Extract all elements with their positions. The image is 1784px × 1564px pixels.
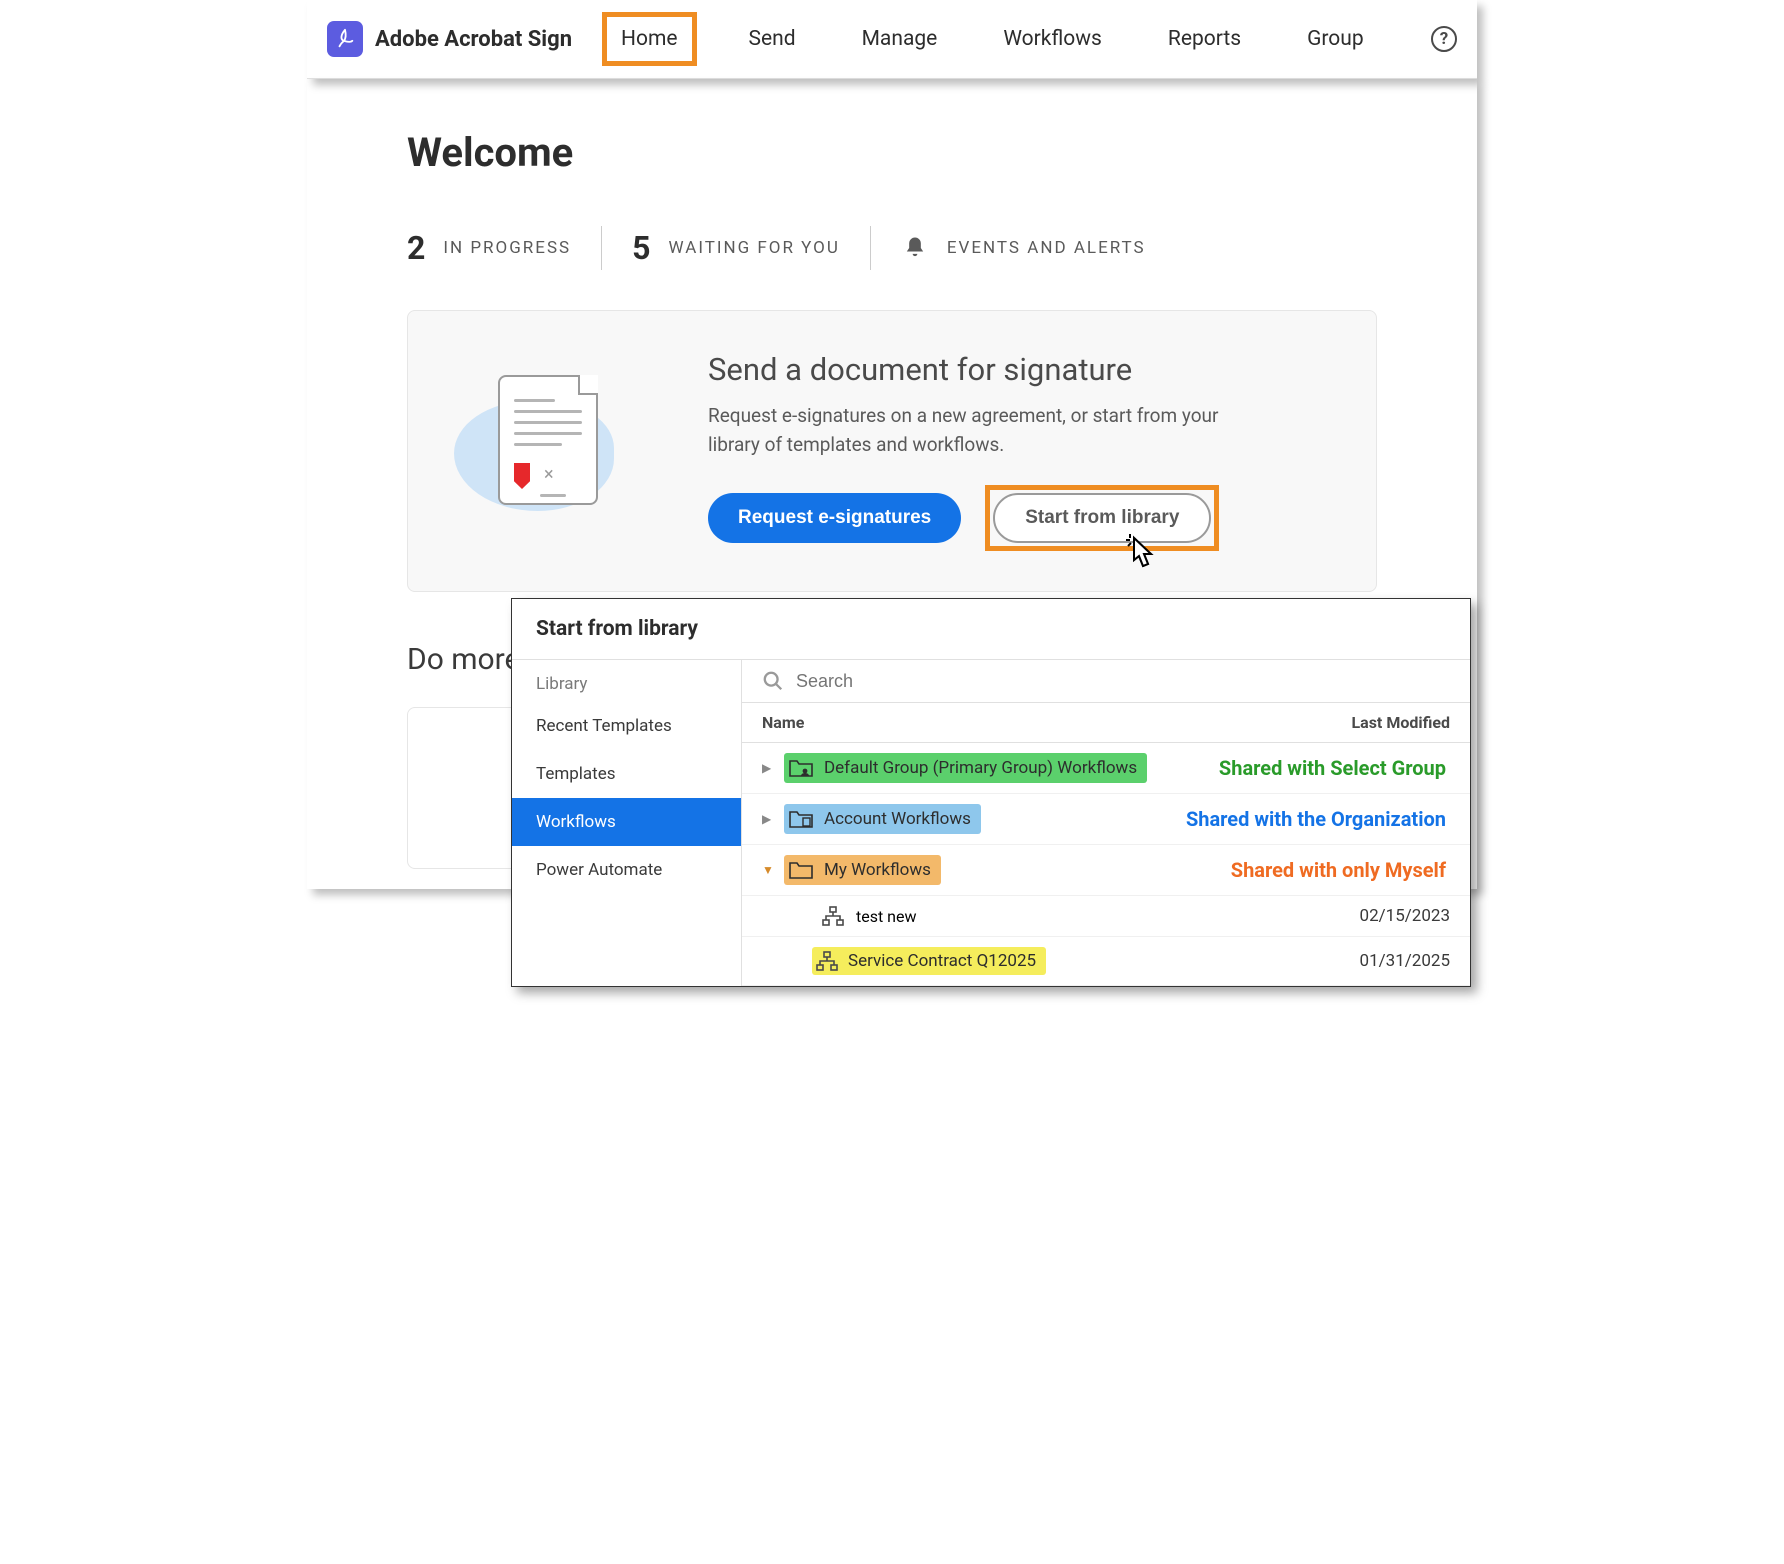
search-icon (762, 670, 784, 692)
in-progress-label: IN PROGRESS (443, 238, 571, 258)
workflow-folder-row[interactable]: ▶ Default Group (Primary Group) Workflow… (742, 743, 1470, 794)
nav-send[interactable]: Send (735, 17, 810, 61)
workflow-label: test new (856, 907, 917, 926)
workflow-icon (822, 906, 844, 926)
modal-main: Name Last Modified ▶ Default Group (Prim… (742, 660, 1470, 986)
annotation-organization: Shared with the Organization (1186, 807, 1446, 831)
adobe-sign-logo (327, 21, 363, 57)
nav-home[interactable]: Home (602, 12, 697, 66)
header: Adobe Acrobat Sign Home Send Manage Work… (307, 0, 1477, 79)
workflow-date: 01/31/2025 (1360, 951, 1450, 971)
stats-bar: 2 IN PROGRESS 5 WAITING FOR YOU EVENTS A… (407, 226, 1377, 270)
start-from-library-modal: Start from library Library Recent Templa… (511, 598, 1471, 987)
col-name: Name (762, 713, 804, 732)
workflow-item-row[interactable]: Service Contract Q12025 01/31/2025 (742, 937, 1470, 986)
send-document-card: × Send a document for signature Request … (407, 310, 1377, 592)
column-headers: Name Last Modified (742, 703, 1470, 743)
chevron-down-icon: ▼ (762, 863, 774, 877)
document-illustration: × (448, 371, 648, 531)
nav-workflows[interactable]: Workflows (989, 17, 1116, 61)
nav-group[interactable]: Group (1293, 17, 1378, 61)
sidebar-recent-templates[interactable]: Recent Templates (512, 702, 741, 750)
workflow-date: 02/15/2023 (1360, 906, 1450, 926)
workflow-label: Service Contract Q12025 (848, 951, 1036, 971)
page-title: Welcome (407, 129, 1377, 176)
nav-reports[interactable]: Reports (1154, 17, 1255, 61)
folder-label: Account Workflows (824, 809, 971, 829)
col-modified: Last Modified (1351, 713, 1450, 732)
folder-group-icon (788, 757, 814, 779)
card-text: Send a document for signature Request e-… (708, 351, 1228, 551)
waiting-label: WAITING FOR YOU (669, 238, 840, 258)
nav-manage[interactable]: Manage (848, 17, 952, 61)
cursor-icon (1120, 532, 1160, 580)
divider (870, 226, 871, 270)
search-row (742, 660, 1470, 703)
workflow-item-row[interactable]: test new 02/15/2023 (742, 896, 1470, 937)
bell-icon (901, 234, 929, 262)
top-nav: Home Send Manage Workflows Reports Group (602, 12, 1378, 66)
sidebar-heading: Library (512, 660, 741, 702)
divider (601, 226, 602, 270)
folder-badge: My Workflows (784, 855, 941, 885)
folder-label: My Workflows (824, 860, 931, 880)
card-desc: Request e-signatures on a new agreement,… (708, 402, 1228, 459)
workflow-folder-row[interactable]: ▼ My Workflows Shared with only Myself (742, 845, 1470, 896)
sidebar-templates[interactable]: Templates (512, 750, 741, 798)
folder-badge: Default Group (Primary Group) Workflows (784, 753, 1147, 783)
start-from-library-button[interactable]: Start from library (993, 493, 1211, 543)
annotation-select-group: Shared with Select Group (1219, 756, 1446, 780)
start-from-library-highlight: Start from library (985, 485, 1219, 551)
stat-events[interactable]: EVENTS AND ALERTS (901, 234, 1146, 262)
modal-sidebar: Library Recent Templates Templates Workf… (512, 660, 742, 986)
folder-badge: Account Workflows (784, 804, 981, 834)
request-esignatures-button[interactable]: Request e-signatures (708, 493, 961, 543)
folder-org-icon (788, 808, 814, 830)
acrobat-icon (334, 28, 356, 50)
help-icon[interactable]: ? (1431, 26, 1457, 52)
waiting-count: 5 (632, 229, 650, 267)
card-title: Send a document for signature (708, 351, 1228, 388)
card-actions: Request e-signatures Start from library (708, 485, 1228, 551)
annotation-myself: Shared with only Myself (1231, 858, 1446, 882)
workflow-icon (816, 951, 838, 971)
sidebar-power-automate[interactable]: Power Automate (512, 846, 741, 894)
in-progress-count: 2 (407, 229, 425, 267)
chevron-right-icon: ▶ (762, 761, 774, 775)
folder-icon (788, 859, 814, 881)
sidebar-workflows[interactable]: Workflows (512, 798, 741, 846)
events-label: EVENTS AND ALERTS (947, 238, 1146, 258)
modal-title: Start from library (512, 599, 1470, 659)
folder-label: Default Group (Primary Group) Workflows (824, 758, 1137, 778)
workflow-folder-row[interactable]: ▶ Account Workflows Shared with the Orga… (742, 794, 1470, 845)
workflow-badge: Service Contract Q12025 (812, 947, 1046, 975)
brand-name: Adobe Acrobat Sign (375, 27, 572, 52)
modal-body: Library Recent Templates Templates Workf… (512, 659, 1470, 986)
stat-waiting[interactable]: 5 WAITING FOR YOU (632, 229, 840, 267)
search-input[interactable] (796, 671, 1450, 692)
chevron-right-icon: ▶ (762, 812, 774, 826)
stat-in-progress[interactable]: 2 IN PROGRESS (407, 229, 571, 267)
